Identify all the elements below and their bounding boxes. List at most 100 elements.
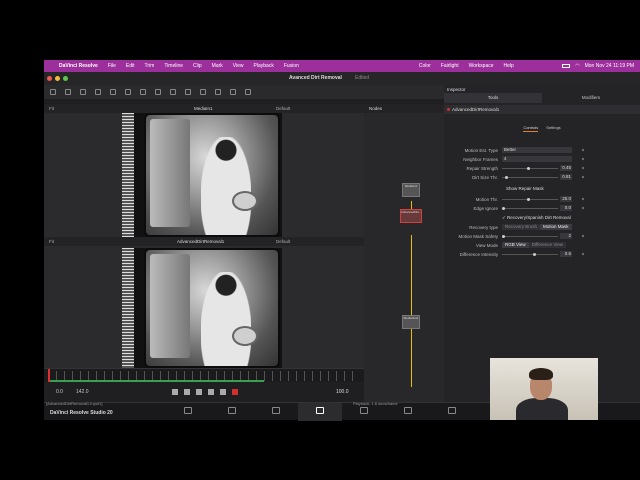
viewer-top-fit[interactable]: Fit — [49, 106, 54, 111]
tab-settings[interactable]: Settings — [546, 116, 560, 132]
neighbor-frames-dropdown[interactable]: 4 — [502, 156, 572, 162]
loop-icon[interactable] — [232, 389, 238, 395]
node-advanced-dirt-removal[interactable]: AdvancedDirt... — [400, 209, 422, 223]
deliver-page-icon[interactable] — [448, 407, 456, 414]
keyframe-icon[interactable] — [581, 175, 585, 179]
keyframe-icon[interactable] — [581, 252, 585, 256]
difference-intensity-slider[interactable] — [502, 253, 558, 256]
slider-knob[interactable] — [502, 235, 505, 238]
difference-intensity-value[interactable]: 0.6 — [560, 251, 572, 257]
color-page-icon[interactable] — [360, 407, 368, 414]
wifi-icon[interactable]: ◠ — [575, 63, 579, 69]
global-start-time[interactable]: 0.0 — [56, 389, 63, 395]
viewer-bottom-fit[interactable]: Fit — [49, 239, 54, 244]
node-editor[interactable]: MediaIn1 AdvancedDirt... MediaOut1 — [364, 113, 444, 402]
viewer-top[interactable] — [44, 113, 364, 237]
motion-thr-slider[interactable] — [502, 198, 558, 201]
menu-trim[interactable]: Trim — [140, 63, 160, 69]
clips-icon[interactable] — [80, 89, 86, 95]
play-reverse-icon[interactable] — [184, 389, 190, 395]
edge-ignore-value[interactable]: 0.0 — [560, 205, 572, 211]
edit-page-icon[interactable] — [272, 407, 280, 414]
tracker-tool-icon[interactable] — [200, 89, 206, 95]
keyframe-icon[interactable] — [581, 166, 585, 170]
slider-knob[interactable] — [527, 167, 531, 170]
3d-tool-icon[interactable] — [245, 89, 251, 95]
menu-fairlight[interactable]: Fairlight — [436, 63, 464, 69]
text-tool-icon[interactable] — [125, 89, 131, 95]
time-ruler[interactable] — [44, 368, 364, 383]
fairlight-page-icon[interactable] — [404, 407, 412, 414]
viewer-bottom-default[interactable]: Default — [276, 239, 290, 244]
motion-est-type-dropdown[interactable]: Better — [502, 147, 572, 153]
zoom-window-icon[interactable] — [63, 76, 68, 81]
menu-help[interactable]: Help — [499, 63, 519, 69]
keyframe-icon[interactable] — [581, 148, 585, 152]
edge-ignore-slider[interactable] — [502, 207, 558, 210]
menu-workspace[interactable]: Workspace — [464, 63, 499, 69]
mask-tool-icon[interactable] — [155, 89, 161, 95]
stop-icon[interactable] — [196, 389, 202, 395]
playhead[interactable] — [48, 369, 50, 383]
menu-timeline[interactable]: Timeline — [159, 63, 188, 69]
transform-tool-icon[interactable] — [185, 89, 191, 95]
menu-file[interactable]: File — [103, 63, 121, 69]
tab-controls[interactable]: Controls — [523, 116, 539, 132]
motion-mask-safety-value[interactable]: 2 — [560, 233, 572, 239]
viewer-bottom[interactable] — [44, 246, 364, 368]
menu-color[interactable]: Color — [414, 63, 436, 69]
background-tool-icon[interactable] — [95, 89, 101, 95]
recovery-brush-button[interactable]: Recovery Brush — [502, 224, 541, 230]
repair-strength-slider[interactable] — [502, 167, 558, 170]
keyframe-icon[interactable] — [581, 206, 585, 210]
menu-clip[interactable]: Clip — [188, 63, 207, 69]
dirt-size-value[interactable]: 0.81 — [560, 174, 572, 180]
shapes-tool-icon[interactable] — [230, 89, 236, 95]
repair-strength-value[interactable]: 0.45 — [560, 165, 572, 171]
keyframe-icon[interactable] — [581, 234, 585, 238]
tab-modifiers[interactable]: Modifiers — [542, 93, 640, 103]
current-time[interactable]: 100.0 — [336, 389, 349, 395]
play-icon[interactable] — [208, 389, 214, 395]
motion-thr-value[interactable]: 25.0 — [560, 196, 572, 202]
menu-playback[interactable]: Playback — [249, 63, 279, 69]
slider-knob[interactable] — [504, 176, 508, 179]
slider-knob[interactable] — [532, 253, 536, 256]
merge-tool-icon[interactable] — [140, 89, 146, 95]
viewer-top-default[interactable]: Default — [276, 106, 290, 111]
media-page-icon[interactable] — [184, 407, 192, 414]
slider-knob[interactable] — [502, 207, 505, 210]
menu-clock[interactable]: Mon Nov 24 11:19 PM — [585, 63, 634, 69]
effects-icon[interactable] — [65, 89, 71, 95]
motion-mask-button[interactable]: Motion Mask — [540, 224, 572, 230]
particles-tool-icon[interactable] — [215, 89, 221, 95]
recovery-checkbox[interactable]: ✓ Recovery/Spanish Dirt Removal — [502, 215, 571, 221]
close-window-icon[interactable] — [47, 76, 52, 81]
motion-mask-safety-slider[interactable] — [502, 235, 558, 238]
minimize-window-icon[interactable] — [55, 76, 60, 81]
keyframe-icon[interactable] — [581, 157, 585, 161]
cut-page-icon[interactable] — [228, 407, 236, 414]
blur-tool-icon[interactable] — [170, 89, 176, 95]
slider-knob[interactable] — [527, 198, 531, 201]
keyframe-icon[interactable] — [581, 197, 585, 201]
menu-fusion[interactable]: Fusion — [279, 63, 304, 69]
menu-app-name[interactable]: DaVinci Resolve — [54, 63, 103, 69]
go-to-start-icon[interactable] — [172, 389, 178, 395]
dirt-size-slider[interactable] — [502, 176, 558, 179]
node-mediain[interactable]: MediaIn1 — [402, 183, 420, 197]
node-mediaout[interactable]: MediaOut1 — [402, 315, 420, 329]
paint-tool-icon[interactable] — [110, 89, 116, 95]
difference-view-button[interactable]: Difference View — [528, 242, 567, 248]
inspector-node-header[interactable]: AdvancedDirtRemoval1 — [444, 105, 640, 114]
tab-tools[interactable]: Tools — [444, 93, 542, 103]
show-repair-mask-checkbox[interactable]: Show Repair Mask — [506, 186, 544, 191]
media-pool-icon[interactable] — [50, 89, 56, 95]
go-to-end-icon[interactable] — [220, 389, 226, 395]
rgb-view-button[interactable]: RGB View — [502, 242, 529, 248]
menu-view[interactable]: View — [228, 63, 249, 69]
global-end-time[interactable]: 142.0 — [76, 389, 89, 395]
battery-icon[interactable] — [562, 64, 571, 68]
menu-mark[interactable]: Mark — [207, 63, 228, 69]
menu-edit[interactable]: Edit — [121, 63, 140, 69]
